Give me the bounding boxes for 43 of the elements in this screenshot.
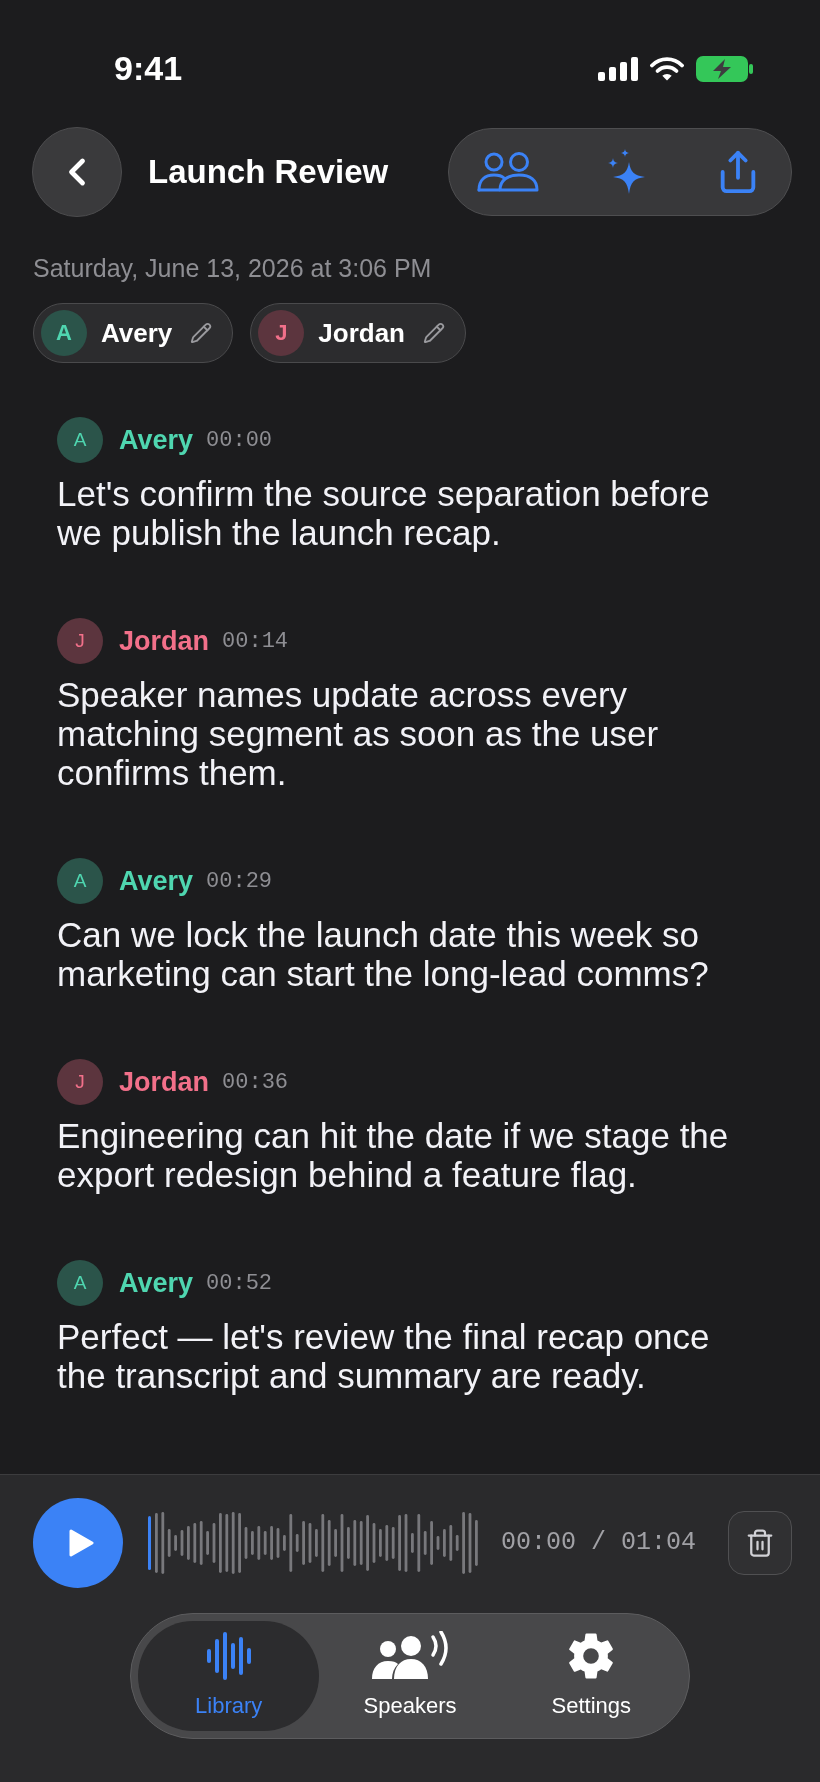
people-outline-icon [477, 152, 539, 192]
timestamp: 00:29 [206, 867, 273, 896]
tab-item[interactable]: Speakers [319, 1621, 501, 1731]
status-time: 9:41 [114, 48, 183, 89]
transcript-text: Can we lock the launch date this week so marketing can start the long-lead comms? [57, 915, 710, 993]
avatar-initial: A [73, 429, 87, 451]
avatar-initial: J [275, 321, 288, 345]
delete-button[interactable] [728, 1511, 792, 1575]
people-speaking-icon [371, 1630, 449, 1681]
people-button[interactable] [477, 152, 539, 192]
trash-icon [745, 1528, 775, 1558]
tab-item[interactable]: Library [138, 1621, 320, 1731]
pencil-icon [423, 322, 445, 344]
avatar-initial: A [73, 1272, 87, 1294]
pencil-icon [190, 322, 213, 344]
speaker-name: Jordan [119, 1065, 210, 1099]
speaker-name: Avery [119, 423, 194, 457]
speaker-name: Jordan [119, 624, 210, 658]
playback-time: 00:00 / 01:04 [501, 1527, 697, 1560]
page-title: Launch Review [148, 152, 389, 193]
wifi-icon [650, 56, 684, 81]
battery-charging-icon [696, 55, 753, 82]
speaker-chip[interactable]: J Jordan [250, 303, 466, 363]
avatar-initial: A [56, 321, 72, 345]
timestamp: 00:00 [206, 426, 273, 455]
speaker-name: Avery [119, 864, 194, 898]
signal-icon [598, 56, 638, 81]
timestamp: 00:36 [222, 1068, 289, 1097]
transcript-text: Engineering can hit the date if we stage the export redesign behind a feature flag. [57, 1116, 730, 1194]
transcript-text: Speaker names update across every matching segment as soon as the user confirms them. [57, 675, 660, 792]
speaker-name: Avery [119, 1266, 194, 1300]
speaker-chip[interactable]: A Avery [33, 303, 234, 363]
avatar-initial: J [75, 630, 85, 652]
tab-item[interactable]: Settings [500, 1621, 682, 1731]
transcript-text: Let's confirm the source separation before we publish the launch recap. [57, 474, 711, 552]
avatar-initial: A [73, 870, 87, 892]
transcript-text: Perfect — let's review the final recap once the transcript and summary are ready. [57, 1317, 711, 1395]
timestamp: 00:14 [222, 627, 289, 656]
waveform-icon [205, 1630, 252, 1681]
timestamp: 00:52 [206, 1269, 273, 1298]
avatar-initial: J [75, 1071, 85, 1093]
recording-date: Saturday, June 13, 2026 at 3:06 PM [32, 254, 433, 282]
play-icon [67, 1528, 94, 1558]
